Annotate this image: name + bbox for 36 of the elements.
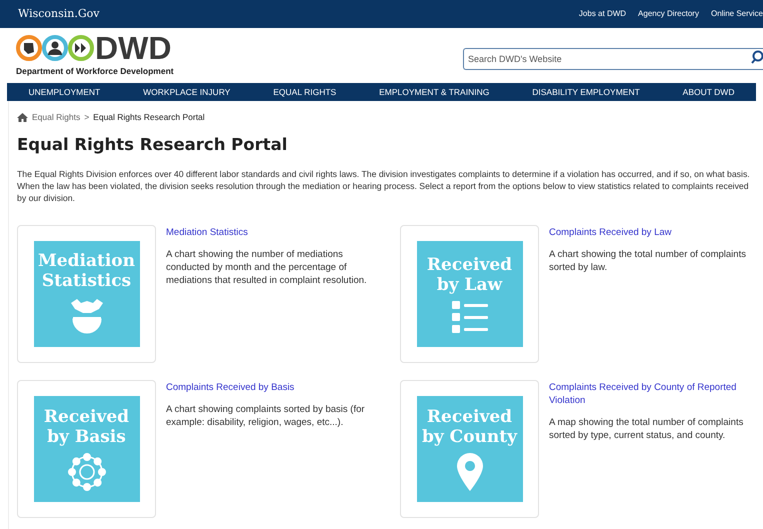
nav-item[interactable]: WORKPLACE INJURY	[143, 86, 230, 98]
report-link[interactable]: Complaints Received by County of Reported Violation	[549, 380, 759, 406]
logo-text: DWD	[95, 33, 172, 64]
report-link[interactable]: Complaints Received by Law	[549, 226, 759, 238]
report-link[interactable]: Mediation Statistics	[166, 226, 376, 238]
search-icon[interactable]	[751, 50, 763, 64]
breadcrumb-current: Equal Rights Research Portal	[93, 111, 205, 124]
logo-subtitle: Department of Workforce Development	[16, 65, 174, 78]
report-description: A chart showing complaints sorted by basis (for example: disability, religion, wages, etc...).	[166, 402, 366, 428]
tile-title: Received by Basis	[44, 406, 130, 446]
nav-item[interactable]: ABOUT DWD	[682, 86, 734, 98]
breadcrumb-link[interactable]: Equal Rights	[32, 111, 80, 124]
wisconsin-gov-link[interactable]: Wisconsin.Gov	[18, 6, 100, 22]
nav-item[interactable]: UNEMPLOYMENT	[28, 86, 100, 98]
logo-icon	[16, 34, 94, 62]
report-description: A chart showing the number of mediations conducted by month and the percentage of mediations that resulted in complaint resolution.	[166, 248, 368, 286]
tile-title: Received by County	[422, 406, 517, 446]
nav-item[interactable]: EMPLOYMENT & TRAINING	[379, 86, 490, 98]
search-field[interactable]: Search DWD's Website	[463, 48, 763, 70]
report-description: A map showing the total number of complaints sorted by type, current status, and county.	[549, 416, 744, 442]
home-icon[interactable]	[17, 112, 28, 122]
breadcrumb-separator: >	[84, 111, 90, 124]
top-link[interactable]: Agency Directory	[638, 8, 699, 20]
map-pin-icon	[456, 452, 482, 490]
page-title: Equal Rights Research Portal	[17, 134, 288, 156]
tile-title: Mediation Statistics	[38, 250, 135, 290]
list-icon	[452, 300, 488, 332]
network-icon	[68, 452, 106, 490]
tile-title: Received by Law	[426, 254, 512, 294]
intro-paragraph: The Equal Rights Division enforces over 40 different labor standards and civil rights laws. The division investigates complaints to determine if a violation has occurred, and if so, on what basis. When the law has been violated, the division seeks resolution through the mediation or hearing process. Select a report from the options below to view statistics related to complaints received by our division.	[17, 168, 751, 204]
nav-item[interactable]: EQUAL RIGHTS	[273, 86, 336, 98]
report-description: A chart showing the total number of complaints sorted by law.	[549, 248, 747, 274]
top-link[interactable]: Online Service	[710, 8, 763, 20]
nav-item[interactable]: DISABILITY EMPLOYMENT	[532, 86, 640, 98]
report-link[interactable]: Complaints Received by Basis	[166, 380, 376, 394]
top-link[interactable]: Jobs at DWD	[578, 8, 626, 20]
